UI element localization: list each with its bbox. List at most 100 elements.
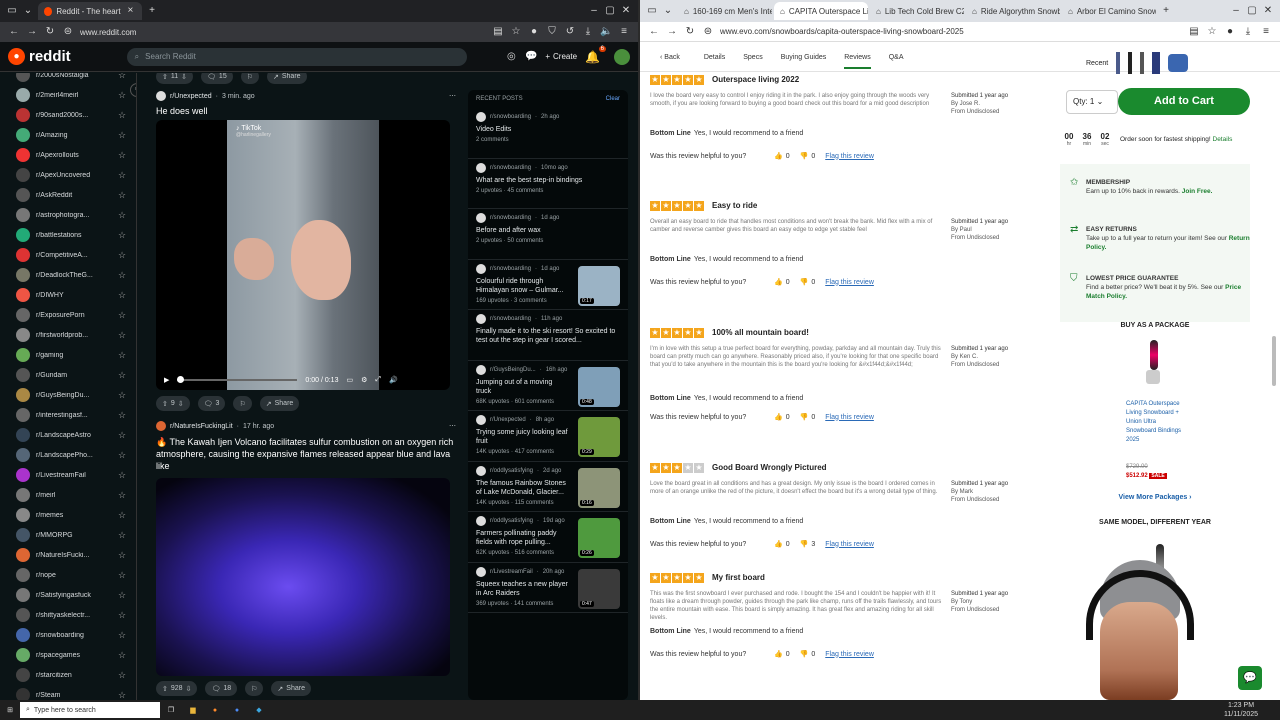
sidebar-community-item[interactable]: r/snowboarding ☆ — [0, 625, 136, 645]
flag-review-link[interactable]: Flag this review — [825, 414, 874, 421]
subreddit-avatar[interactable] — [156, 421, 166, 431]
recent-post-item[interactable]: r/Unexpected · 8h ago Trying some juicy loo… — [468, 411, 628, 462]
favorite-star-icon[interactable]: ☆ — [118, 130, 126, 141]
favorite-star-icon[interactable]: ☆ — [118, 310, 126, 321]
vote-pill[interactable]: ⇧ 928 ⇩ — [156, 681, 198, 696]
clock[interactable]: 1:23 PM 11/11/2025 — [1224, 701, 1258, 719]
sidebar-community-item[interactable]: r/NatureIsFucki... ☆ — [0, 545, 136, 565]
post-title[interactable]: He does well — [156, 106, 456, 116]
start-windows-icon[interactable]: ⊞ — [0, 706, 20, 714]
favorite-star-icon[interactable]: ☆ — [118, 250, 126, 261]
sidebar-community-item[interactable]: r/nope ☆ — [0, 565, 136, 585]
favorite-star-icon[interactable]: ☆ — [118, 350, 126, 361]
close-window-icon[interactable]: ✕ — [1262, 5, 1274, 17]
sidebar-community-item[interactable]: r/Amazing ☆ — [0, 125, 136, 145]
favorite-star-icon[interactable]: ☆ — [118, 410, 126, 421]
favorite-star-icon[interactable]: ☆ — [118, 190, 126, 201]
recent-post-title[interactable]: Finally made it to the ski resort! So ex… — [476, 327, 616, 345]
share-pill[interactable]: ↗ Share — [259, 396, 300, 411]
thumbs-up-button[interactable]: 👍 0 — [774, 278, 790, 287]
menu-icon[interactable]: ≡ — [1260, 26, 1272, 38]
flag-review-link[interactable]: Flag this review — [825, 279, 874, 286]
sidebar-community-item[interactable]: r/GuysBeingDu... ☆ — [0, 385, 136, 405]
sidebar-community-item[interactable]: r/Steam ☆ — [0, 685, 136, 700]
sidebar-community-item[interactable]: r/ExposurePorn ☆ — [0, 305, 136, 325]
recent-post-thumbnail[interactable]: 0:48 — [578, 366, 620, 407]
sidebar-community-item[interactable]: r/2000sNostalgia ☆ — [0, 73, 136, 85]
favorite-star-icon[interactable]: ☆ — [118, 550, 126, 561]
vote-pill[interactable]: ⇧ 11 ⇩ — [156, 73, 194, 84]
join-free-link[interactable]: Join Free. — [1182, 188, 1213, 195]
recent-post-item[interactable]: r/oddlysatisfying · 19d ago Farmers pollina… — [468, 512, 628, 563]
play-icon[interactable]: ▶ — [164, 376, 169, 384]
download-icon[interactable]: ⤓ — [582, 26, 594, 38]
post-title[interactable]: 🔥 The Kawah Ijen Volcano facilitates sul… — [156, 436, 456, 472]
more-icon[interactable]: ⋯ — [449, 422, 456, 430]
details-link[interactable]: Details — [1213, 136, 1233, 143]
sidebar-community-item[interactable]: r/memes ☆ — [0, 505, 136, 525]
favorite-star-icon[interactable]: ☆ — [118, 290, 126, 301]
thumbs-up-button[interactable]: 👍 0 — [774, 152, 790, 161]
task-view-icon[interactable]: ❐ — [160, 706, 182, 714]
recent-post-item[interactable]: r/snowboarding · 10mo ago What are the best… — [468, 159, 628, 209]
search-input[interactable]: ⌕ Search Reddit — [126, 47, 467, 66]
sidebar-community-item[interactable]: r/LandscapeAstro ☆ — [0, 425, 136, 445]
favorite-star-icon[interactable]: ☆ — [118, 90, 126, 101]
share-pill[interactable]: ↗ Share — [271, 681, 311, 696]
recent-post-thumbnail[interactable]: 0:29 — [578, 417, 620, 457]
history-icon[interactable]: ↺ — [564, 26, 576, 38]
minimize-icon[interactable]: – — [588, 5, 600, 17]
post-card[interactable]: r/Unexpected · 3 min. ago ⋯ He does well… — [156, 91, 456, 411]
chrome-icon[interactable]: ● — [226, 707, 248, 714]
thumbs-down-button[interactable]: 👎 0 — [800, 278, 816, 287]
reload-icon[interactable]: ↻ — [684, 26, 696, 38]
comment-pill[interactable]: 🗨 3 — [197, 396, 226, 411]
maximize-icon[interactable]: ▢ — [1246, 5, 1258, 17]
favorite-star-icon[interactable]: ☆ — [118, 490, 126, 501]
more-icon[interactable]: ⋯ — [449, 92, 456, 100]
minimize-icon[interactable]: – — [1230, 5, 1242, 17]
volume-icon[interactable]: 🔊 — [389, 376, 398, 384]
back-icon[interactable]: ← — [8, 26, 20, 38]
recent-board-thumb[interactable] — [1116, 52, 1121, 74]
package-name[interactable]: CAPITA Outerspace Living Snowboard + Uni… — [1126, 400, 1182, 445]
recent-post-item[interactable]: r/snowboarding · 1d ago Before and after wa… — [468, 209, 628, 260]
recent-post-sub[interactable]: r/GuysBeingDu... — [490, 367, 536, 373]
bookmark-star-icon[interactable]: ☆ — [1206, 26, 1218, 38]
forward-icon[interactable]: → — [26, 26, 38, 38]
sidebar-community-item[interactable]: r/interestingasf... ☆ — [0, 405, 136, 425]
favorite-star-icon[interactable]: ☆ — [118, 330, 126, 341]
favorite-star-icon[interactable]: ☆ — [118, 590, 126, 601]
ads-icon[interactable]: ◎ — [505, 51, 517, 63]
recent-post-sub[interactable]: r/oddlysatisfying — [490, 518, 533, 524]
recent-post-item[interactable]: r/LivestreamFail · 20h ago Squeex teaches a… — [468, 563, 628, 613]
taskbar-search[interactable]: ⌕ Type here to search — [20, 702, 160, 718]
seek-bar[interactable] — [177, 376, 298, 383]
recent-post-title[interactable]: Before and after wax — [476, 226, 616, 235]
sidebar-community-item[interactable]: r/LivestreamFail ☆ — [0, 465, 136, 485]
package-board-image[interactable] — [1150, 340, 1158, 370]
vote-pill[interactable]: ⇧ 9 ⇩ — [156, 396, 190, 411]
sidebar-community-item[interactable]: r/Apexrollouts ☆ — [0, 145, 136, 165]
recent-post-title[interactable]: Farmers pollinating paddy fields with ro… — [476, 529, 568, 547]
url-text[interactable]: www.reddit.com — [80, 28, 486, 37]
menu-icon[interactable]: ≡ — [618, 26, 630, 38]
new-tab-icon[interactable]: + — [146, 5, 158, 17]
recent-boot-thumb[interactable] — [1168, 54, 1189, 72]
maximize-icon[interactable]: ▢ — [604, 5, 616, 17]
favorite-star-icon[interactable]: ☆ — [118, 610, 126, 621]
site-info-icon[interactable]: ⊜ — [62, 26, 74, 38]
thumbs-up-button[interactable]: 👍 0 — [774, 650, 790, 659]
sidebar-community-item[interactable]: r/meirl ☆ — [0, 485, 136, 505]
sidebar-community-item[interactable]: r/MMORPG ☆ — [0, 525, 136, 545]
sidebar-community-item[interactable]: r/firstworldprob... ☆ — [0, 325, 136, 345]
favorite-star-icon[interactable]: ☆ — [118, 510, 126, 521]
post-image[interactable] — [156, 478, 450, 676]
chat-widget-button[interactable]: 💬 — [1238, 666, 1262, 690]
recent-post-sub[interactable]: r/snowboarding — [490, 215, 531, 221]
award-pill[interactable]: ⚐ — [233, 396, 252, 411]
forward-icon[interactable]: → — [666, 26, 678, 38]
file-explorer-icon[interactable]: ▆ — [182, 706, 204, 714]
sidebar-community-item[interactable]: r/AskReddit ☆ — [0, 185, 136, 205]
video-player[interactable]: ♪ TikTok @harlinegallery ▶ 0:00 / 0:13 ▭… — [156, 120, 450, 390]
